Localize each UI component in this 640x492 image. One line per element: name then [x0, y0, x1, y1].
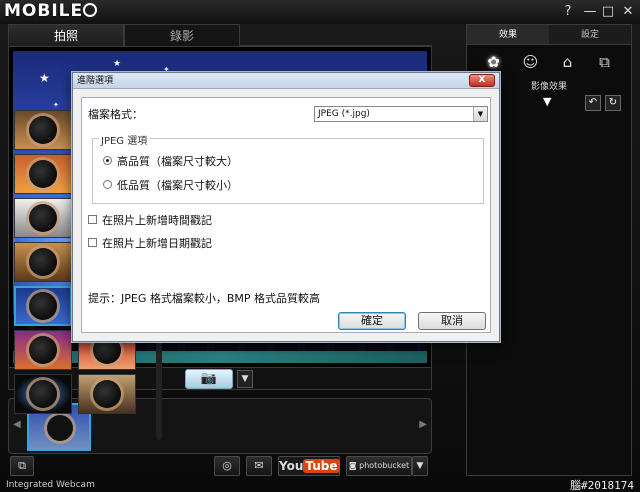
frames-icon[interactable]: ⧉ [595, 52, 615, 72]
format-select[interactable]: JPEG (*.jpg) ▼ [314, 106, 488, 122]
effect-thumbnail[interactable] [14, 110, 72, 150]
chevron-down-icon: ▼ [473, 107, 487, 121]
advanced-options-dialog: 進階選項 X 檔案格式： JPEG (*.jpg) ▼ JPEG 選項 高品質（… [72, 72, 500, 342]
share-dropdown[interactable]: ▼ [412, 456, 428, 476]
webcam-app-window: MOBILE ? — □ ✕ 拍照 錄影 ★ ★ ✦ ✦ ★ 📷 ▼ ◀ [0, 0, 640, 492]
watermark: 腦#2018174 [570, 479, 634, 492]
reset-icon[interactable]: ↻ [605, 95, 621, 111]
bottom-toolbar: ⧉ ◎ ✉ You Tube ◙ photobucket ▼ [8, 456, 432, 478]
effect-thumbnail[interactable] [78, 374, 136, 414]
low-quality-radio[interactable] [103, 180, 112, 189]
cancel-button[interactable]: 取消 [418, 312, 486, 330]
star-icon: ★ [39, 71, 50, 85]
high-quality-radio[interactable] [103, 156, 112, 165]
star-icon: ★ [113, 59, 122, 69]
photobucket-upload-button[interactable]: ◙ photobucket [346, 456, 412, 476]
ok-button[interactable]: 確定 [338, 312, 406, 330]
effect-thumbnail[interactable] [14, 374, 72, 414]
easel-icon[interactable]: ⌂ [558, 52, 578, 72]
undo-icon[interactable]: ↶ [585, 95, 601, 111]
jpeg-options-title: JPEG 選項 [99, 132, 150, 147]
low-quality-label: 低品質（檔案尺寸較小） [117, 179, 238, 192]
effect-thumbnail-selected[interactable] [14, 286, 72, 326]
high-quality-label: 高品質（檔案尺寸較大） [117, 155, 238, 168]
format-label: 檔案格式： [88, 108, 143, 121]
star-icon: ✦ [53, 101, 59, 109]
tab-video[interactable]: 錄影 [124, 24, 240, 46]
minimize-button[interactable]: — [582, 4, 598, 20]
tab-effects[interactable]: 效果 [467, 25, 549, 45]
folder-icon: ⧉ [18, 459, 26, 472]
timestamp-date-label: 在照片上新增日期戳記 [102, 237, 212, 250]
app-logo: MOBILE [4, 1, 98, 23]
maximize-button[interactable]: □ [600, 4, 616, 20]
tab-settings[interactable]: 設定 [549, 25, 631, 45]
mask-icon[interactable]: ☺ [521, 52, 541, 72]
youtube-upload-button[interactable]: You Tube [278, 456, 340, 476]
burn-button[interactable]: ◎ [214, 456, 240, 476]
strip-right-arrow-icon[interactable]: ▶ [419, 419, 427, 430]
dialog-close-button[interactable]: X [469, 74, 495, 87]
dialog-title: 進階選項 [77, 76, 114, 86]
device-status: Integrated Webcam [6, 480, 95, 490]
capture-button[interactable]: 📷 [185, 369, 233, 389]
dialog-body: 檔案格式： JPEG (*.jpg) ▼ JPEG 選項 高品質（檔案尺寸較大）… [81, 97, 491, 333]
effect-thumbnail[interactable] [14, 154, 72, 194]
mail-icon: ✉ [254, 459, 264, 472]
jpeg-options-group: JPEG 選項 高品質（檔案尺寸較大） 低品質（檔案尺寸較小） [92, 132, 484, 204]
timestamp-date-checkbox[interactable] [88, 238, 97, 247]
capture-options-dropdown[interactable]: ▼ [237, 370, 253, 388]
palette-icon[interactable]: ✿ [484, 52, 504, 72]
effect-thumbnail[interactable] [14, 330, 72, 370]
mode-tabs: 拍照 錄影 [8, 24, 432, 46]
open-folder-button[interactable]: ⧉ [10, 456, 34, 476]
tab-photo[interactable]: 拍照 [8, 24, 124, 46]
camera-icon: 📷 [200, 371, 218, 386]
camera-icon: ◙ [348, 461, 357, 470]
help-button[interactable]: ? [560, 4, 576, 20]
disc-icon: ◎ [222, 459, 232, 472]
title-bar: MOBILE ? — □ ✕ [0, 0, 640, 24]
hint-text: 提示：JPEG 格式檔案較小，BMP 格式品質較高 [88, 292, 321, 305]
effect-thumbnail[interactable] [14, 242, 72, 282]
close-button[interactable]: ✕ [620, 4, 636, 20]
email-button[interactable]: ✉ [246, 456, 272, 476]
timestamp-time-checkbox[interactable] [88, 215, 97, 224]
effect-thumbnail[interactable] [14, 198, 72, 238]
panel-tabs: 效果 設定 [467, 25, 631, 45]
timestamp-time-label: 在照片上新增時間戳記 [102, 214, 212, 227]
dialog-title-bar: 進階選項 X [73, 73, 499, 89]
chevron-down-icon[interactable]: ▼ [543, 95, 551, 108]
